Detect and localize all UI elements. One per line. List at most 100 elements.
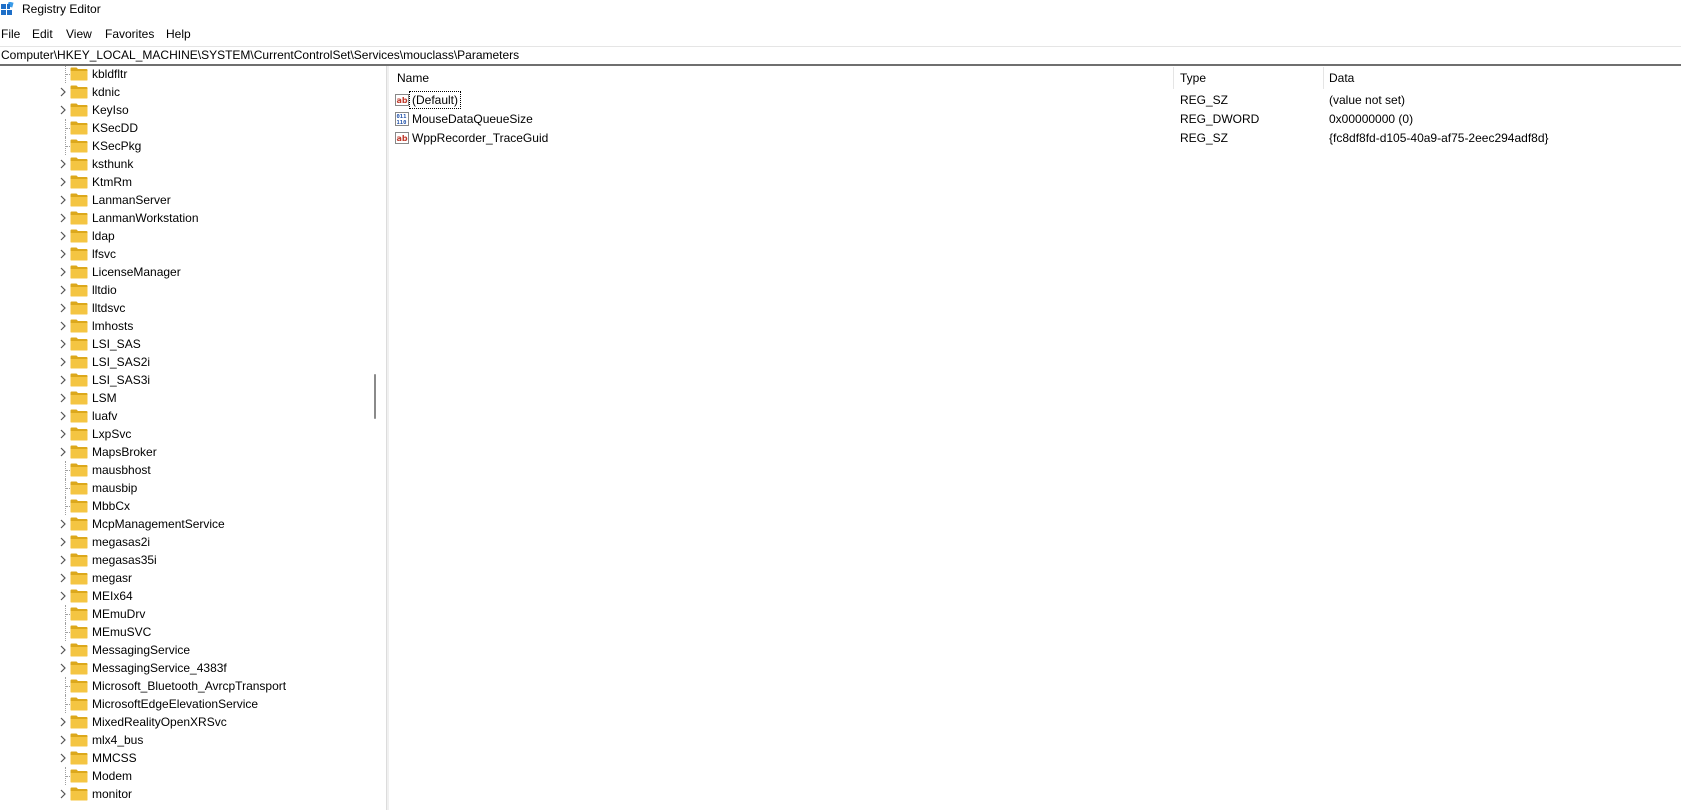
tree-item[interactable]: Microsoft_Bluetooth_AvrcpTransport: [0, 677, 369, 695]
chevron-right-icon[interactable]: [58, 285, 68, 295]
chevron-right-icon[interactable]: [58, 159, 68, 169]
folder-icon: [70, 643, 88, 657]
tree-item[interactable]: mlx4_bus: [0, 731, 369, 749]
chevron-right-icon[interactable]: [58, 753, 68, 763]
chevron-right-icon[interactable]: [58, 339, 68, 349]
tree-item[interactable]: lmhosts: [0, 317, 369, 335]
chevron-right-icon[interactable]: [58, 663, 68, 673]
tree-item[interactable]: ksthunk: [0, 155, 369, 173]
tree-item[interactable]: KtmRm: [0, 173, 369, 191]
tree-item-label: KeyIso: [92, 103, 129, 117]
tree-scrollbar[interactable]: [368, 66, 378, 810]
tree-item[interactable]: LSI_SAS: [0, 335, 369, 353]
chevron-right-icon[interactable]: [58, 213, 68, 223]
address-bar[interactable]: Computer\HKEY_LOCAL_MACHINE\SYSTEM\Curre…: [0, 46, 1681, 62]
chevron-right-icon[interactable]: [58, 177, 68, 187]
menu-favorites[interactable]: Favorites: [105, 26, 154, 42]
chevron-right-icon[interactable]: [58, 195, 68, 205]
tree-item[interactable]: LanmanWorkstation: [0, 209, 369, 227]
chevron-right-icon[interactable]: [58, 429, 68, 439]
column-header-data[interactable]: Data: [1329, 70, 1354, 86]
tree-item[interactable]: megasas2i: [0, 533, 369, 551]
chevron-right-icon[interactable]: [58, 87, 68, 97]
tree-scroll-thumb[interactable]: [374, 374, 376, 419]
tree-item[interactable]: lltdsvc: [0, 299, 369, 317]
tree-item[interactable]: Modem: [0, 767, 369, 785]
tree-item[interactable]: MMCSS: [0, 749, 369, 767]
column-header-type[interactable]: Type: [1180, 70, 1206, 86]
tree-item[interactable]: kbldfltr: [0, 66, 369, 83]
chevron-right-icon[interactable]: [58, 789, 68, 799]
tree-item[interactable]: luafv: [0, 407, 369, 425]
chevron-right-icon[interactable]: [58, 249, 68, 259]
chevron-right-icon[interactable]: [58, 555, 68, 565]
menu-file[interactable]: File: [1, 26, 20, 42]
tree-item[interactable]: MbbCx: [0, 497, 369, 515]
tree-item[interactable]: KSecDD: [0, 119, 369, 137]
tree-item[interactable]: MEmuSVC: [0, 623, 369, 641]
chevron-right-icon[interactable]: [58, 267, 68, 277]
tree-item[interactable]: MessagingService_4383f: [0, 659, 369, 677]
chevron-right-icon[interactable]: [58, 537, 68, 547]
chevron-right-icon[interactable]: [58, 303, 68, 313]
folder-icon: [70, 103, 88, 117]
tree-item-label: MEIx64: [92, 589, 133, 603]
tree-item[interactable]: monitor: [0, 785, 369, 803]
tree-item-label: lltdio: [92, 283, 117, 297]
tree-item[interactable]: McpManagementService: [0, 515, 369, 533]
menu-help[interactable]: Help: [166, 26, 191, 42]
tree-item[interactable]: KSecPkg: [0, 137, 369, 155]
svg-text:ab: ab: [397, 134, 408, 143]
column-header-name[interactable]: Name: [397, 70, 429, 86]
tree-item[interactable]: lfsvc: [0, 245, 369, 263]
value-row[interactable]: 011 110 MouseDataQueueSize REG_DWORD 0x0…: [389, 110, 1681, 128]
folder-icon: [70, 355, 88, 369]
chevron-right-icon[interactable]: [58, 375, 68, 385]
tree-item[interactable]: LSI_SAS2i: [0, 353, 369, 371]
tree-item[interactable]: MixedRealityOpenXRSvc: [0, 713, 369, 731]
tree-item[interactable]: LanmanServer: [0, 191, 369, 209]
tree-item[interactable]: megasr: [0, 569, 369, 587]
value-row[interactable]: ab (Default) REG_SZ (value not set): [389, 91, 1681, 109]
tree-item[interactable]: MicrosoftEdgeElevationService: [0, 695, 369, 713]
tree-item[interactable]: lltdio: [0, 281, 369, 299]
tree-item[interactable]: LicenseManager: [0, 263, 369, 281]
value-row[interactable]: ab WppRecorder_TraceGuid REG_SZ {fc8df8f…: [389, 129, 1681, 147]
tree-item-label: KtmRm: [92, 175, 132, 189]
chevron-right-icon[interactable]: [58, 357, 68, 367]
value-list[interactable]: Name Type Data ab (Default) REG_SZ (valu…: [389, 66, 1681, 810]
tree-item[interactable]: MEIx64: [0, 587, 369, 605]
chevron-right-icon[interactable]: [58, 411, 68, 421]
tree-item[interactable]: LSI_SAS3i: [0, 371, 369, 389]
chevron-right-icon[interactable]: [58, 447, 68, 457]
chevron-right-icon[interactable]: [58, 105, 68, 115]
chevron-right-icon[interactable]: [58, 645, 68, 655]
folder-icon: [70, 229, 88, 243]
tree-item[interactable]: KeyIso: [0, 101, 369, 119]
tree-item-label: KSecDD: [92, 121, 139, 135]
column-separator[interactable]: [1173, 67, 1174, 89]
tree-item[interactable]: MessagingService: [0, 641, 369, 659]
chevron-right-icon[interactable]: [58, 573, 68, 583]
tree-item[interactable]: MEmuDrv: [0, 605, 369, 623]
tree-item[interactable]: mausbip: [0, 479, 369, 497]
chevron-right-icon[interactable]: [58, 321, 68, 331]
chevron-right-icon[interactable]: [58, 393, 68, 403]
tree-item[interactable]: LxpSvc: [0, 425, 369, 443]
chevron-right-icon[interactable]: [58, 717, 68, 727]
tree-item[interactable]: mausbhost: [0, 461, 369, 479]
tree-item-label: LicenseManager: [92, 265, 181, 279]
chevron-right-icon[interactable]: [58, 519, 68, 529]
chevron-right-icon[interactable]: [58, 735, 68, 745]
tree-item[interactable]: megasas35i: [0, 551, 369, 569]
menu-view[interactable]: View: [66, 26, 92, 42]
chevron-right-icon[interactable]: [58, 591, 68, 601]
column-separator[interactable]: [1323, 67, 1324, 89]
tree-item[interactable]: kdnic: [0, 83, 369, 101]
chevron-right-icon[interactable]: [58, 231, 68, 241]
key-tree[interactable]: kbldfltr kdnic KeyIso KSecDD KSecPkg ksthunk K…: [0, 66, 369, 810]
tree-item[interactable]: MapsBroker: [0, 443, 369, 461]
tree-item[interactable]: LSM: [0, 389, 369, 407]
tree-item[interactable]: ldap: [0, 227, 369, 245]
menu-edit[interactable]: Edit: [32, 26, 53, 42]
